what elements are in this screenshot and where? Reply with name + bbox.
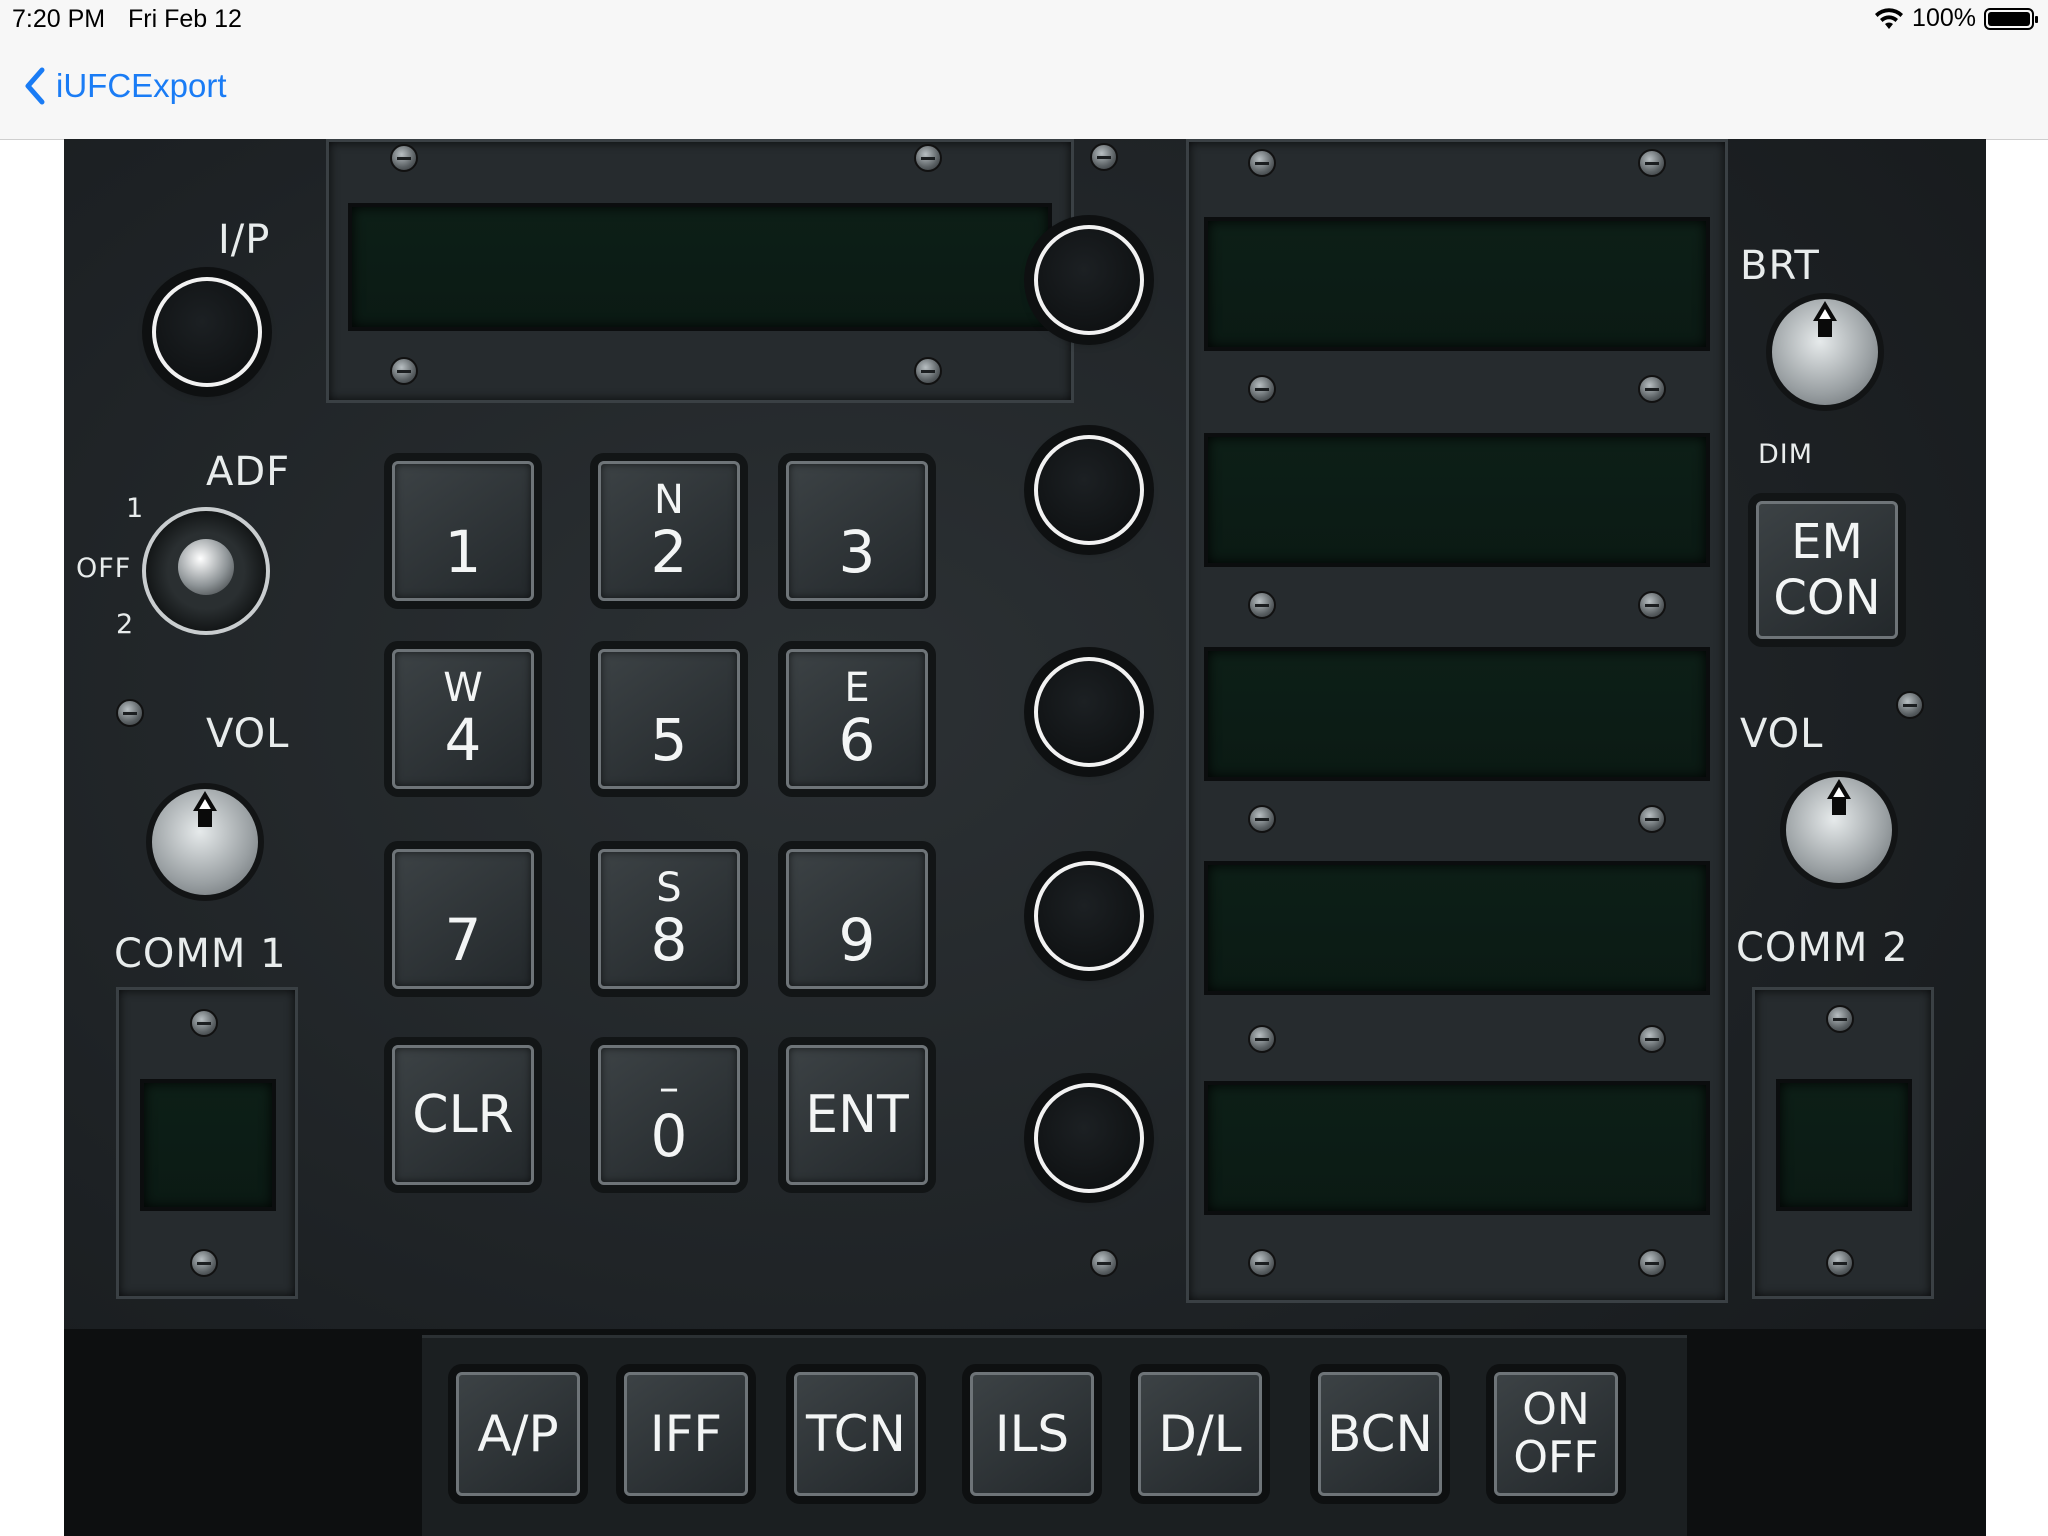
key-4[interactable]: W4 [392,649,534,789]
toggle-lever [178,539,234,595]
adf-position-1: 1 [126,493,145,524]
dim-label: DIM [1758,439,1814,470]
key-2[interactable]: N2 [598,461,740,601]
key-1[interactable]: 1 [392,461,534,601]
comm-1-label: COMM 1 [114,931,287,977]
screw [1638,591,1666,619]
vol-1-knob[interactable] [146,783,264,901]
screw [914,144,942,172]
screw [116,699,144,727]
iff-button[interactable]: IFF [624,1372,748,1496]
adf-position-2: 2 [116,609,135,640]
chevron-left-icon [25,67,45,105]
bcn-button[interactable]: BCN [1318,1372,1442,1496]
status-time: 7:20 PM [12,5,106,33]
ap-button[interactable]: A/P [456,1372,580,1496]
brightness-knob[interactable] [1766,293,1884,411]
adf-toggle-switch[interactable] [142,507,270,635]
screw [1638,1025,1666,1053]
battery-percent: 100% [1912,4,1976,32]
adf-position-off: OFF [76,553,132,584]
option-display-5 [1204,1081,1710,1215]
screw [190,1009,218,1037]
option-display-1 [1204,217,1710,351]
ils-button[interactable]: ILS [970,1372,1094,1496]
screw [1826,1005,1854,1033]
option-display-2 [1204,433,1710,567]
screw [190,1249,218,1277]
adf-label: ADF [206,449,291,495]
screw [1248,149,1276,177]
screw [1248,375,1276,403]
screw [914,357,942,385]
status-indicators: 100% [1874,4,2038,33]
ip-button[interactable] [152,277,262,387]
vol-2-knob[interactable] [1780,771,1898,889]
key-5[interactable]: 5 [598,649,740,789]
wifi-icon [1875,7,1904,29]
navigation-bar: 7:20 PM Fri Feb 12 100% iUFCExport [0,0,2048,140]
comm-2-label: COMM 2 [1736,925,1909,971]
key-6[interactable]: E6 [786,649,928,789]
option-select-button-3[interactable] [1034,657,1144,767]
screw [1896,691,1924,719]
screw [1638,149,1666,177]
screw [1638,1249,1666,1277]
ufc-panel: I/P ADF 1 OFF 2 VOL COMM 1 1 N2 3 W4 5 E… [64,139,1986,1536]
option-select-button-5[interactable] [1034,1083,1144,1193]
option-display-4 [1204,861,1710,995]
key-9[interactable]: 9 [786,849,928,989]
tcn-button[interactable]: TCN [794,1372,918,1496]
battery-icon [1984,7,2038,30]
key-clr[interactable]: CLR [392,1045,534,1185]
screw [1826,1249,1854,1277]
vol-2-label: VOL [1740,711,1824,757]
key-ent[interactable]: ENT [786,1045,928,1185]
screw [1638,375,1666,403]
em-con-button[interactable]: EM CON [1756,501,1898,639]
option-select-button-4[interactable] [1034,861,1144,971]
on-off-button[interactable]: ON OFF [1494,1372,1618,1496]
screw [1090,1249,1118,1277]
brt-label: BRT [1740,243,1820,289]
screw [1248,591,1276,619]
comm-1-display [140,1079,276,1211]
key-7[interactable]: 7 [392,849,534,989]
screw [1248,1025,1276,1053]
key-8[interactable]: S8 [598,849,740,989]
dl-button[interactable]: D/L [1138,1372,1262,1496]
key-3[interactable]: 3 [786,461,928,601]
screw [1248,1249,1276,1277]
vol-1-label: VOL [206,711,290,757]
screw [390,357,418,385]
status-date: Fri Feb 12 [128,5,242,33]
screw [1248,805,1276,833]
back-button[interactable]: iUFCExport [22,66,227,106]
screw [1090,143,1118,171]
option-display-3 [1204,647,1710,781]
key-0[interactable]: –0 [598,1045,740,1185]
ip-label: I/P [218,217,271,263]
back-label: iUFCExport [56,67,227,104]
screw [390,144,418,172]
option-select-button-2[interactable] [1034,435,1144,545]
comm-2-display [1776,1079,1912,1211]
screw [1638,805,1666,833]
option-select-button-1[interactable] [1034,225,1144,335]
scratchpad-display [348,203,1052,331]
